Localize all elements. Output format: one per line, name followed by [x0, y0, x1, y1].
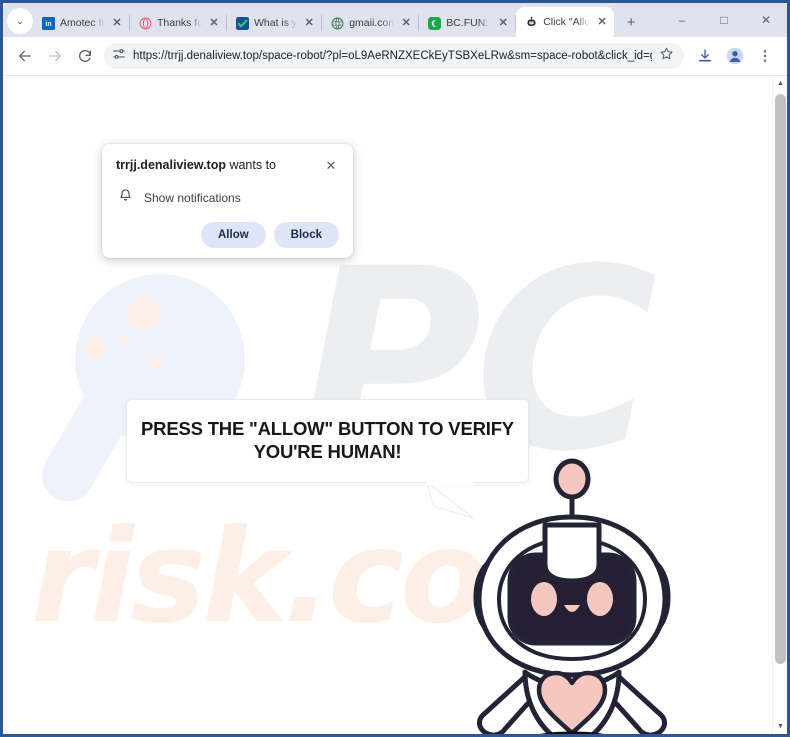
bell-icon [118, 188, 133, 208]
reload-button[interactable] [71, 42, 99, 70]
permission-origin: trrjj.denaliview.top [116, 158, 226, 172]
permission-dialog-header: trrjj.denaliview.top wants to ✕ [116, 158, 339, 174]
close-icon: ✕ [760, 13, 772, 27]
chevron-down-glyph: ⌄ [16, 15, 24, 26]
tab-close-icon[interactable]: ✕ [595, 15, 609, 29]
opera-icon [138, 16, 152, 30]
forward-arrow-icon [49, 50, 61, 62]
tab-close-icon[interactable]: ✕ [496, 16, 510, 30]
site-settings-icon[interactable] [112, 47, 126, 66]
tab-close-icon[interactable]: ✕ [207, 16, 221, 30]
profile-avatar-icon [726, 47, 744, 65]
tab-click-allow[interactable]: Click "Allo ✕ [516, 7, 615, 37]
browser-toolbar: https://trrjj.denaliview.top/space-robot… [3, 37, 787, 75]
svg-text:in: in [45, 21, 51, 28]
notification-permission-dialog: trrjj.denaliview.top wants to ✕ Show not… [102, 144, 353, 258]
close-icon: ✕ [325, 158, 337, 173]
tab-close-icon[interactable]: ✕ [302, 16, 316, 30]
tab-label: gmaii.com [349, 17, 395, 29]
tab-what-is[interactable]: What is y ✕ [227, 9, 321, 37]
check-badge-icon [235, 16, 249, 30]
tab-search-chevron-icon[interactable]: ⌄ [7, 8, 33, 34]
permission-dialog-close-button[interactable]: ✕ [323, 158, 339, 174]
bcfun-icon [427, 16, 441, 30]
bookmark-star-icon[interactable] [659, 46, 674, 66]
forward-button[interactable] [41, 42, 69, 70]
scrollbar-up-arrow[interactable]: ▲ [773, 76, 787, 91]
tab-label: Click "Allo [543, 16, 591, 28]
tab-label: Thanks fo [157, 17, 202, 29]
scrollbar-down-arrow[interactable]: ▼ [773, 719, 787, 734]
new-tab-button[interactable]: + [618, 9, 644, 35]
permission-request-label: Show notifications [144, 191, 241, 205]
linkedin-icon: in [41, 16, 55, 30]
planet-crater [84, 336, 106, 358]
tab-amotec[interactable]: in Amotec In ✕ [33, 9, 129, 37]
back-button[interactable] [11, 42, 39, 70]
scrollbar-thumb[interactable] [775, 94, 786, 664]
maximize-button[interactable]: □ [703, 5, 745, 35]
minimize-button[interactable]: – [661, 5, 703, 35]
web-page-content: PC risk.com PRESS THE "ALLOW" BUTTON TO … [3, 75, 787, 734]
tab-strip: ⌄ in Amotec In ✕ Thanks fo ✕ What is y ✕… [3, 3, 787, 37]
planet-crater [127, 296, 161, 330]
tab-gmail[interactable]: gmaii.com ✕ [322, 9, 418, 37]
plus-icon: + [626, 13, 636, 31]
tab-label: Amotec In [60, 17, 105, 29]
tab-close-icon[interactable]: ✕ [399, 16, 413, 30]
allow-button[interactable]: Allow [201, 222, 266, 248]
downloads-button[interactable] [691, 42, 719, 70]
tab-bcfun[interactable]: BC.FUN: C ✕ [419, 9, 515, 37]
block-button[interactable]: Block [273, 222, 339, 248]
planet-crater [118, 336, 127, 345]
tab-label: What is y [254, 17, 298, 29]
tab-label: BC.FUN: C [446, 17, 491, 29]
reload-icon [79, 49, 91, 62]
speech-bubble-text: PRESS THE "ALLOW" BUTTON TO VERIFY YOU'R… [141, 418, 514, 462]
permission-title-suffix: wants to [225, 158, 277, 172]
url-text[interactable]: https://trrjj.denaliview.top/space-robot… [133, 50, 652, 62]
address-bar[interactable]: https://trrjj.denaliview.top/space-robot… [104, 43, 684, 69]
permission-request-row: Show notifications [118, 188, 339, 208]
three-dot-menu-icon [763, 50, 767, 62]
download-icon [698, 49, 712, 62]
browser-window: ⌄ in Amotec In ✕ Thanks fo ✕ What is y ✕… [0, 0, 790, 737]
back-arrow-icon [19, 50, 31, 62]
space-robot-mascot [473, 458, 671, 734]
window-controls: – □ ✕ [661, 3, 787, 37]
tab-close-icon[interactable]: ✕ [110, 16, 124, 30]
tab-thanks[interactable]: Thanks fo ✕ [130, 9, 226, 37]
chrome-menu-button[interactable] [751, 42, 779, 70]
globe-icon [330, 16, 344, 30]
maximize-icon: □ [720, 13, 728, 27]
planet-crater [149, 356, 163, 370]
permission-dialog-title: trrjj.denaliview.top wants to [116, 158, 317, 174]
page-scrollbar[interactable]: ▲ ▼ [772, 76, 787, 734]
permission-dialog-actions: Allow Block [116, 222, 339, 248]
minimize-icon: – [678, 13, 686, 27]
profile-button[interactable] [721, 42, 749, 70]
robot-icon [524, 15, 538, 29]
close-window-button[interactable]: ✕ [745, 5, 787, 35]
